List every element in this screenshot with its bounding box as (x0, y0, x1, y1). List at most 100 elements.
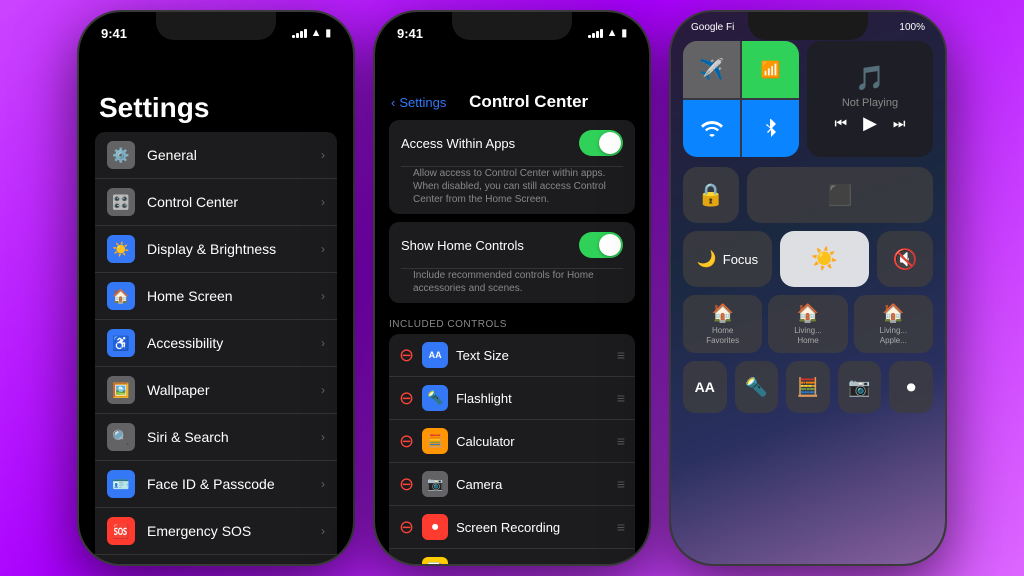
focus-btn[interactable]: 🌙 Focus (683, 231, 772, 287)
control-text-size[interactable]: ⊖ AA Text Size ≡ (389, 334, 635, 377)
signal-bar-c2 (592, 33, 595, 38)
text-size-btn[interactable]: AA (683, 361, 727, 413)
screen-mirror-btn[interactable]: ⬛ (747, 167, 933, 223)
not-playing-label: Not Playing (842, 97, 898, 109)
screen-record-btn[interactable]: ⏺ (889, 361, 933, 413)
media-controls: ⏮ ▶ ⏭ (834, 113, 905, 134)
settings-screen: 9:41 ▲ ▮ Settings (79, 12, 353, 564)
minus-icon-2: ⊖ (399, 389, 414, 407)
faceid-label: Face ID & Passcode (147, 476, 321, 492)
emergency-chevron: › (321, 524, 325, 538)
drag-handle-icon: ≡ (617, 347, 625, 363)
brightness-icon: ☀️ (811, 246, 838, 272)
record-icon-ui: ⏺ (907, 377, 916, 398)
calculator-icon-ui: 🧮 (797, 377, 819, 398)
display-chevron: › (321, 242, 325, 256)
control-center-chevron: › (321, 195, 325, 209)
minus-icon-6: ⊖ (399, 561, 414, 564)
cc-page-title: Control Center (454, 92, 633, 112)
settings-item-home-screen[interactable]: 🏠 Home Screen › (95, 273, 337, 320)
signal-icon-center (588, 28, 603, 38)
airplane-mode-btn[interactable]: ✈️ (683, 41, 740, 98)
text-size-icon-ui: AA (695, 379, 715, 395)
signal-bar-c1 (588, 35, 591, 38)
access-within-apps-row: Access Within Apps (401, 120, 623, 167)
drag-handle-icon-3: ≡ (617, 433, 625, 449)
camera-icon: 📷 (422, 471, 448, 497)
faceid-chevron: › (321, 477, 325, 491)
focus-label: Focus (723, 252, 758, 267)
signal-bar-c3 (596, 31, 599, 38)
minus-icon-5: ⊖ (399, 518, 414, 536)
drag-handle-icon-5: ≡ (617, 519, 625, 535)
cc-ui-status-left: Google Fi (691, 22, 734, 33)
siri-icon: 🔍 (107, 423, 135, 451)
show-home-controls-row: Show Home Controls (401, 222, 623, 269)
control-calculator[interactable]: ⊖ 🧮 Calculator ≡ (389, 420, 635, 463)
focus-brightness-row: 🌙 Focus ☀️ 🔇 (671, 231, 945, 287)
home-living-btn[interactable]: 🏠 Living...Home (768, 295, 847, 353)
back-button[interactable]: ‹ Settings (391, 95, 446, 110)
camera-btn[interactable]: 📷 (838, 361, 882, 413)
brightness-btn[interactable]: ☀️ (780, 231, 869, 287)
settings-item-emergency[interactable]: 🆘 Emergency SOS › (95, 508, 337, 555)
text-size-icon: AA (422, 342, 448, 368)
calculator-btn[interactable]: 🧮 (786, 361, 830, 413)
back-chevron-icon: ‹ (391, 95, 395, 110)
signal-bar-1 (292, 35, 295, 38)
status-icons-left: ▲ ▮ (292, 27, 331, 39)
emergency-icon: 🆘 (107, 517, 135, 545)
settings-item-general[interactable]: ⚙️ General › (95, 132, 337, 179)
status-icons-center: ▲ ▮ (588, 27, 627, 39)
settings-item-wallpaper[interactable]: 🖼️ Wallpaper › (95, 367, 337, 414)
settings-item-siri[interactable]: 🔍 Siri & Search › (95, 414, 337, 461)
settings-item-faceid[interactable]: 🪪 Face ID & Passcode › (95, 461, 337, 508)
prev-track-icon[interactable]: ⏮ (834, 115, 847, 132)
siri-chevron: › (321, 430, 325, 444)
settings-item-accessibility[interactable]: ♿ Accessibility › (95, 320, 337, 367)
play-icon[interactable]: ▶ (863, 113, 877, 134)
bluetooth-btn[interactable] (742, 100, 799, 157)
top-row: ✈️ 📶 🎵 Not Playing ⏮ (671, 37, 945, 161)
next-track-icon[interactable]: ⏭ (893, 115, 906, 132)
flashlight-btn[interactable]: 🔦 (735, 361, 779, 413)
accessibility-chevron: › (321, 336, 325, 350)
cc-ui-screen: Google Fi 100% ✈️ 📶 (671, 12, 945, 564)
display-icon: ☀️ (107, 235, 135, 263)
notes-label: Notes (456, 563, 609, 565)
access-within-apps-toggle[interactable] (579, 130, 623, 156)
control-camera[interactable]: ⊖ 📷 Camera ≡ (389, 463, 635, 506)
camera-icon-ui: 📷 (848, 377, 870, 398)
wifi-btn[interactable] (683, 100, 740, 157)
settings-item-control-center[interactable]: 🎛️ Control Center › (95, 179, 337, 226)
cellular-data-btn[interactable]: 📶 (742, 41, 799, 98)
mute-btn[interactable]: 🔇 (877, 231, 933, 287)
general-icon: ⚙️ (107, 141, 135, 169)
faceid-icon: 🪪 (107, 470, 135, 498)
show-home-controls-toggle[interactable] (579, 232, 623, 258)
control-flashlight[interactable]: ⊖ 🔦 Flashlight ≡ (389, 377, 635, 420)
camera-label: Camera (456, 477, 609, 492)
control-notes[interactable]: ⊖ 📝 Notes ≡ (389, 549, 635, 564)
status-time-left: 9:41 (101, 26, 127, 41)
mute-icon: 🔇 (893, 247, 918, 272)
home-favorites-btn[interactable]: 🏠 HomeFavorites (683, 295, 762, 353)
home-apple-btn[interactable]: 🏠 Living...Apple... (854, 295, 933, 353)
drag-handle-icon-2: ≡ (617, 390, 625, 406)
flashlight-icon: 🔦 (422, 385, 448, 411)
wallpaper-label: Wallpaper (147, 382, 321, 398)
bottom-controls-row: AA 🔦 🧮 📷 ⏺ (671, 361, 945, 413)
accessibility-label: Accessibility (147, 335, 321, 351)
phones-container: 9:41 ▲ ▮ Settings (67, 0, 957, 576)
control-center-icon: 🎛️ (107, 188, 135, 216)
control-screen-recording[interactable]: ⊖ ⏺ Screen Recording ≡ (389, 506, 635, 549)
controls-list: ⊖ AA Text Size ≡ ⊖ 🔦 Flashlight ≡ ⊖ 🧮 (389, 334, 635, 564)
drag-handle-icon-4: ≡ (617, 476, 625, 492)
settings-item-exposure[interactable]: 📡 Exposure Notifications › (95, 555, 337, 564)
wifi-icon-center: ▲ (607, 27, 618, 39)
app-music-icon: 🎵 (855, 64, 885, 93)
access-within-apps-desc: Allow access to Control Center within ap… (401, 167, 623, 214)
orientation-lock-btn[interactable]: 🔒 (683, 167, 739, 223)
settings-item-display[interactable]: ☀️ Display & Brightness › (95, 226, 337, 273)
home-icon-3: 🏠 (882, 303, 904, 324)
